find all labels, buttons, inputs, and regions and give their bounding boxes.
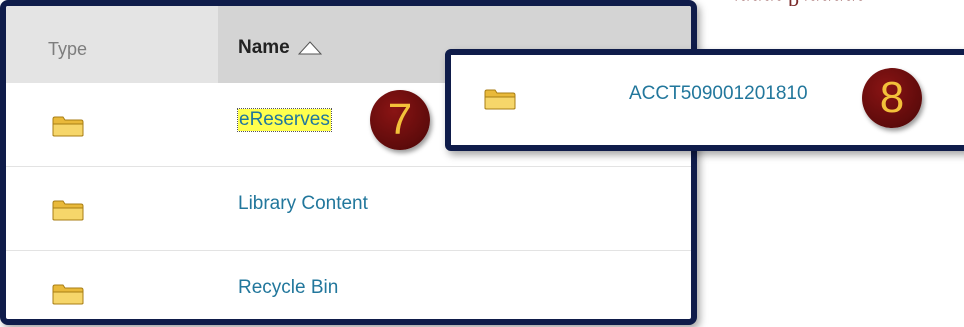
table-row: Library Content [6,167,691,251]
name-column-label: Name [238,37,290,58]
folder-icon [52,116,84,137]
name-column-header[interactable]: Name [238,37,322,59]
folder-icon [52,200,84,221]
folder-link-recycle-bin[interactable]: Recycle Bin [238,277,338,299]
folder-link-ereserves[interactable]: eReserves [237,108,332,132]
step-badge-8: 8 [862,68,922,128]
folder-link-library-content[interactable]: Library Content [238,193,368,215]
type-column-label: Type [48,39,88,59]
folder-icon [484,89,516,110]
type-column-header[interactable] [6,6,218,83]
folder-icon [52,284,84,305]
sort-ascending-icon [297,41,322,55]
background-text-fragment: ~~~~ ρ ~~~~~ [735,0,964,6]
table-row: Recycle Bin [6,251,691,319]
step-badge-7: 7 [370,90,430,150]
folder-link-course[interactable]: ACCT509001201810 [629,83,808,105]
